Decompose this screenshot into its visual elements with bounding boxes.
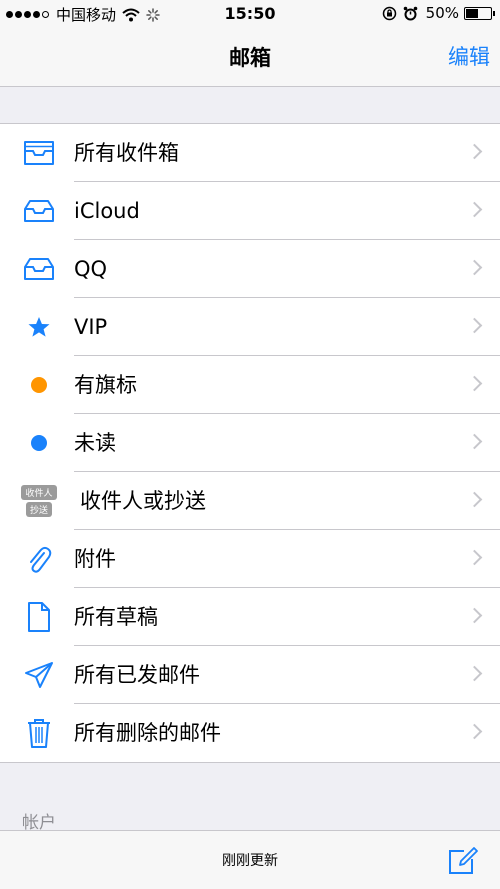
mailbox-row-trash[interactable]: 所有删除的邮件: [0, 704, 500, 762]
inbox-icon: [20, 240, 58, 298]
mailbox-label: 附件: [74, 547, 116, 571]
mailbox-row-unread[interactable]: 未读: [0, 414, 500, 472]
edit-button[interactable]: 编辑: [448, 41, 490, 71]
mailbox-row-all-inboxes[interactable]: 所有收件箱: [0, 124, 500, 182]
mailbox-row-qq[interactable]: QQ: [0, 240, 500, 298]
to-badge: 收件人: [21, 485, 57, 500]
compose-icon: [449, 847, 478, 874]
mailbox-label: 所有收件箱: [74, 141, 179, 165]
chevron-right-icon: [466, 317, 483, 334]
mailbox-label: 所有草稿: [74, 605, 158, 629]
bottom-toolbar: 刚刚更新: [0, 830, 500, 889]
paper-plane-icon: [20, 646, 58, 704]
document-icon: [20, 588, 58, 646]
mailbox-label: 有旗标: [74, 373, 137, 397]
navigation-bar: 邮箱 编辑: [0, 28, 500, 87]
chevron-right-icon: [466, 491, 483, 508]
chevron-right-icon: [466, 723, 483, 740]
mailbox-row-icloud[interactable]: iCloud: [0, 182, 500, 240]
mailbox-label: 所有删除的邮件: [74, 721, 221, 745]
star-icon: [20, 298, 58, 356]
to-cc-icon: 收件人 抄送: [20, 472, 58, 530]
rotation-lock-icon: [382, 6, 396, 20]
mailbox-label: VIP: [74, 315, 108, 339]
mailbox-label: 未读: [74, 431, 116, 455]
mailbox-label: iCloud: [74, 199, 140, 223]
trash-icon: [20, 704, 58, 762]
page-title: 邮箱: [229, 46, 271, 70]
chevron-right-icon: [466, 259, 483, 276]
mailbox-label: QQ: [74, 257, 108, 281]
mailbox-list: 所有收件箱 iCloud QQ VIP 有旗标 未读 收件人 抄送 收件人或抄送…: [0, 123, 500, 763]
battery-percent: 50%: [425, 4, 459, 22]
mailbox-row-flagged[interactable]: 有旗标: [0, 356, 500, 414]
mailbox-row-to-cc[interactable]: 收件人 抄送 收件人或抄送: [0, 472, 500, 530]
mailbox-row-vip[interactable]: VIP: [0, 298, 500, 356]
chevron-right-icon: [466, 665, 483, 682]
paperclip-icon: [20, 530, 58, 588]
chevron-right-icon: [466, 433, 483, 450]
mailbox-label: 收件人或抄送: [80, 489, 206, 513]
chevron-right-icon: [466, 201, 483, 218]
battery-icon: [464, 6, 495, 20]
cc-badge: 抄送: [25, 502, 52, 517]
chevron-right-icon: [466, 375, 483, 392]
unread-dot-icon: [20, 414, 58, 472]
chevron-right-icon: [466, 143, 483, 160]
update-status: 刚刚更新: [222, 853, 278, 869]
status-right: 50%: [382, 4, 495, 22]
mailbox-label: 所有已发邮件: [74, 663, 200, 687]
inbox-icon: [20, 182, 58, 240]
status-bar: 中国移动 15:50 50%: [0, 0, 500, 28]
compose-button[interactable]: [448, 847, 478, 875]
mailbox-row-sent[interactable]: 所有已发邮件: [0, 646, 500, 704]
mailbox-row-attachments[interactable]: 附件: [0, 530, 500, 588]
inbox-icon: [20, 124, 58, 182]
alarm-icon: [403, 6, 417, 20]
mailbox-row-drafts[interactable]: 所有草稿: [0, 588, 500, 646]
chevron-right-icon: [466, 607, 483, 624]
chevron-right-icon: [466, 549, 483, 566]
flag-dot-icon: [20, 356, 58, 414]
